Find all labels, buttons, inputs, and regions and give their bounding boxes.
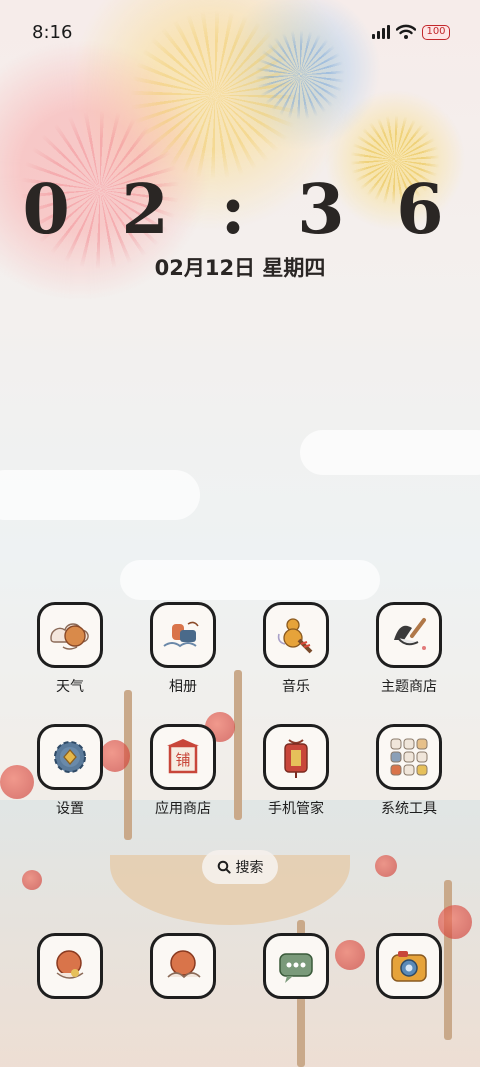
app-label: 系统工具 [381,801,437,817]
browser-icon [150,933,216,999]
app-phone-manager[interactable]: 手机管家 [241,724,351,818]
app-theme-store[interactable]: 主题商店 [354,602,464,696]
weather-icon [37,602,103,668]
app-app-store[interactable]: 铺 应用商店 [128,724,238,818]
app-store-sign-text: 铺 [175,751,190,769]
app-system-tools[interactable]: 系统工具 [354,724,464,818]
music-icon [263,602,329,668]
system-tools-icon [376,724,442,790]
search-label: 搜索 [235,860,264,876]
search-icon [217,860,231,874]
dock-phone[interactable] [15,933,125,999]
app-gallery[interactable]: 相册 [128,602,238,696]
app-label: 应用商店 [155,801,211,817]
messages-icon [263,933,329,999]
home-screen-apps: 天气 相册 音乐 主题商店 设置 铺 应用商店 手机管家 系统工具 搜索 [0,0,480,1067]
dock-camera[interactable] [354,933,464,999]
app-label: 手机管家 [268,801,324,817]
app-weather[interactable]: 天气 [15,602,125,696]
search-button[interactable]: 搜索 [202,850,278,884]
settings-icon [37,724,103,790]
app-label: 相册 [169,679,197,695]
app-store-icon: 铺 [150,724,216,790]
app-label: 主题商店 [381,679,437,695]
camera-icon [376,933,442,999]
dock-messages[interactable] [241,933,351,999]
app-label: 音乐 [282,679,310,695]
app-label: 设置 [56,801,84,817]
theme-store-icon [376,602,442,668]
phone-manager-icon [263,724,329,790]
gallery-icon [150,602,216,668]
phone-icon [37,933,103,999]
app-label: 天气 [56,679,84,695]
dock-browser[interactable] [128,933,238,999]
app-music[interactable]: 音乐 [241,602,351,696]
app-settings[interactable]: 设置 [15,724,125,818]
